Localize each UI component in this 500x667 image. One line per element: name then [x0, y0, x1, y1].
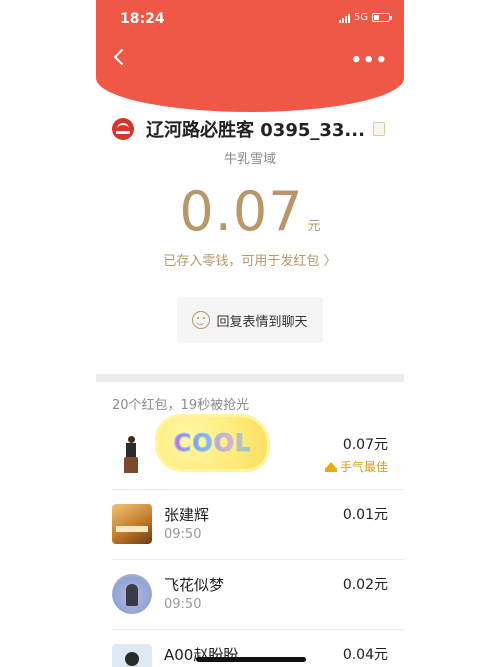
claim-amount: 0.07元 — [342, 437, 388, 453]
section-divider — [96, 374, 404, 382]
claim-amount: 0.01元 — [342, 507, 388, 523]
sender-row: 辽河路必胜客 0395_33... — [112, 116, 392, 142]
sticker-text: COOL — [173, 429, 252, 458]
list-item[interactable]: 张建辉 09:50 0.01元 — [112, 490, 404, 560]
avatar — [112, 434, 152, 474]
red-packet-detail-page: 18:24 5G ••• 辽河路必胜客 0395_33... 牛乳雪域 0.07… — [96, 0, 404, 667]
more-options-icon[interactable]: ••• — [350, 50, 388, 71]
amount-value: 0.07 — [179, 180, 304, 243]
network-label: 5G — [353, 12, 368, 23]
avatar — [112, 574, 152, 614]
right-margin — [404, 0, 500, 667]
best-luck-label: 手气最佳 — [339, 460, 388, 474]
status-bar: 18:24 5G — [96, 0, 404, 38]
best-luck-badge: 手气最佳 — [324, 458, 388, 475]
phone-screen: 18:24 5G ••• 辽河路必胜客 0395_33... 牛乳雪域 0.07… — [0, 0, 500, 667]
sender-logo — [112, 118, 134, 140]
avatar — [112, 504, 152, 544]
status-time: 18:24 — [120, 11, 165, 27]
claim-amount: 0.02元 — [342, 577, 388, 593]
claim-time: 09:50 — [164, 597, 202, 612]
sender-tag-icon — [372, 122, 385, 136]
signal-icon — [338, 13, 350, 23]
claim-time: 09:50 — [164, 527, 202, 542]
claim-amount: 0.04元 — [342, 647, 388, 663]
cool-sticker: COOL — [155, 414, 270, 472]
group-name: 牛乳雪域 — [223, 152, 276, 167]
status-icons: 5G — [338, 12, 392, 23]
red-header: 18:24 5G ••• — [96, 0, 404, 112]
claim-summary: 20个红包，19秒被抢光 — [112, 398, 250, 413]
claimer-name: 飞花似梦 — [164, 576, 225, 594]
amount-unit: 元 — [307, 219, 321, 234]
saved-to-wallet-link[interactable]: 已存入零钱，可用于发红包 〉 — [96, 250, 404, 269]
reply-button-label: 回复表情到聊天 — [216, 314, 308, 330]
crown-icon — [324, 461, 337, 472]
avatar — [112, 644, 152, 667]
back-arrow-icon[interactable] — [112, 48, 126, 66]
smile-icon — [192, 311, 211, 329]
sender-name: 辽河路必胜客 0395_33... — [146, 120, 365, 141]
list-item[interactable]: 飞花似梦 09:50 0.02元 — [112, 560, 404, 630]
home-indicator[interactable] — [196, 657, 306, 662]
amount-display: 0.07 元 — [96, 180, 404, 243]
claimer-name: 张建辉 — [164, 506, 210, 524]
left-margin — [0, 0, 96, 667]
battery-icon — [372, 13, 392, 22]
reply-sticker-button[interactable]: 回复表情到聊天 — [177, 297, 323, 343]
